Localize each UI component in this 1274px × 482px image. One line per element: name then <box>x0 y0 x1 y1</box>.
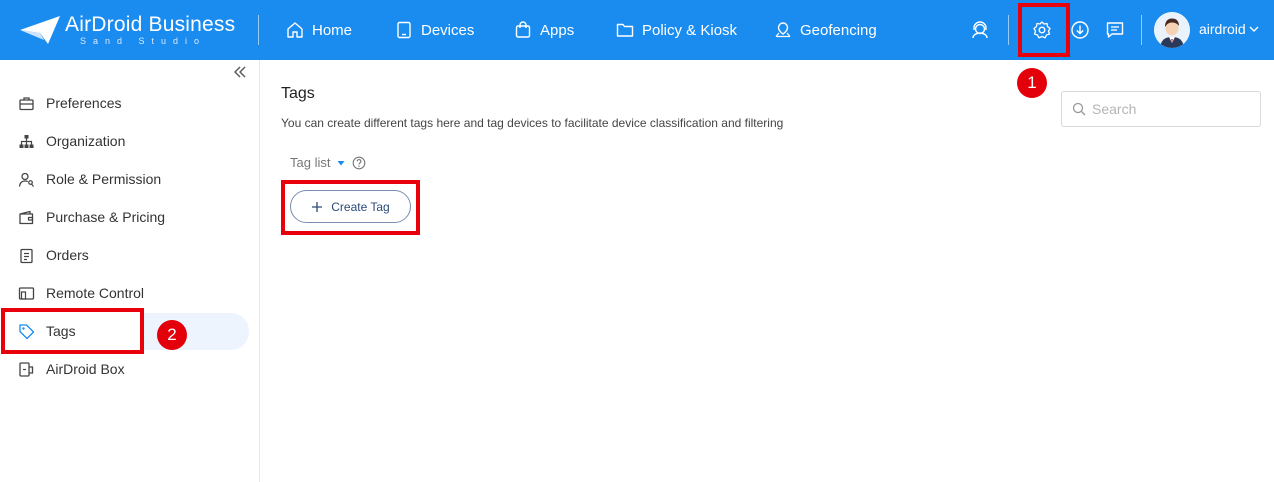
page-title: Tags <box>281 85 315 102</box>
map-pin-icon <box>775 22 791 38</box>
step-badge-1: 1 <box>1017 68 1047 98</box>
apps-bag-icon <box>515 21 531 38</box>
header-divider <box>1141 15 1142 45</box>
nav-policy-kiosk[interactable]: Policy & Kiosk <box>616 18 737 42</box>
logo-subtitle: Sand Studio <box>80 36 207 46</box>
nav-home[interactable]: Home <box>286 18 352 42</box>
box-device-icon <box>19 361 34 377</box>
settings-sidebar: Preferences Organization Role & Permissi… <box>0 60 260 482</box>
sidebar-item-label: Remote Control <box>46 285 145 301</box>
nav-devices-label: Devices <box>421 21 475 39</box>
sidebar-item-label: Role & Permission <box>46 171 162 187</box>
sidebar-item-purchase-pricing[interactable]: Purchase & Pricing <box>0 199 250 235</box>
avatar-icon <box>1154 12 1190 48</box>
clipboard-icon <box>20 248 33 263</box>
search-icon <box>1072 102 1086 116</box>
device-icon <box>397 21 411 39</box>
paper-plane-logo-icon <box>20 16 60 44</box>
page-description: You can create different tags here and t… <box>281 116 784 130</box>
sidebar-item-airdroid-box[interactable]: AirDroid Box <box>0 351 250 387</box>
user-menu[interactable]: airdroid <box>1199 21 1260 37</box>
collapse-sidebar-icon[interactable] <box>232 64 248 85</box>
nav-devices[interactable]: Devices <box>395 18 474 42</box>
sidebar-item-orders[interactable]: Orders <box>0 237 250 273</box>
sidebar-item-organization[interactable]: Organization <box>0 123 250 159</box>
nav-geofencing[interactable]: Geofencing <box>774 18 877 42</box>
download-icon[interactable] <box>1070 20 1090 40</box>
sidebar-item-label: Organization <box>46 133 126 149</box>
caret-down-icon <box>337 160 345 165</box>
search-box[interactable] <box>1061 91 1261 127</box>
nav-home-label: Home <box>312 21 353 39</box>
nav-policy-kiosk-label: Policy & Kiosk <box>642 21 738 39</box>
top-navigation-bar: AirDroid Business Sand Studio Home Devic… <box>0 0 1274 60</box>
chevron-down-icon <box>1249 26 1259 32</box>
header-divider <box>258 15 259 45</box>
briefcase-icon <box>19 96 34 110</box>
sidebar-item-label: AirDroid Box <box>46 361 125 377</box>
remote-control-icon <box>18 286 35 300</box>
header-divider <box>1008 15 1009 45</box>
sidebar-item-role-permission[interactable]: Role & Permission <box>0 161 250 197</box>
help-icon[interactable] <box>352 156 366 170</box>
airdroid-business-logo[interactable]: AirDroid Business Sand Studio <box>18 12 238 48</box>
search-input[interactable] <box>1092 101 1242 117</box>
user-avatar[interactable] <box>1154 12 1190 48</box>
sidebar-item-preferences[interactable]: Preferences <box>0 85 250 121</box>
support-agent-icon[interactable] <box>970 20 990 40</box>
wallet-icon <box>19 210 34 224</box>
nav-apps[interactable]: Apps <box>514 18 574 42</box>
nav-apps-label: Apps <box>540 21 575 39</box>
logo-name: AirDroid Business <box>65 13 236 36</box>
username-label: airdroid <box>1199 21 1246 37</box>
sidebar-item-remote-control[interactable]: Remote Control <box>0 275 250 311</box>
highlight-create-tag <box>281 180 420 235</box>
highlight-settings <box>1018 3 1070 57</box>
home-icon <box>287 22 303 38</box>
nav-geofencing-label: Geofencing <box>800 21 877 39</box>
sidebar-item-label: Preferences <box>46 95 122 111</box>
org-chart-icon <box>19 134 34 148</box>
sidebar-item-label: Purchase & Pricing <box>46 209 166 225</box>
user-key-icon <box>18 172 34 187</box>
tag-list-dropdown[interactable]: Tag list <box>290 155 366 170</box>
highlight-tags <box>1 308 144 354</box>
tag-list-label: Tag list <box>290 155 331 170</box>
message-icon[interactable] <box>1105 20 1125 40</box>
step-badge-2: 2 <box>157 320 187 350</box>
sidebar-item-label: Orders <box>46 247 89 263</box>
folder-icon <box>616 23 634 37</box>
